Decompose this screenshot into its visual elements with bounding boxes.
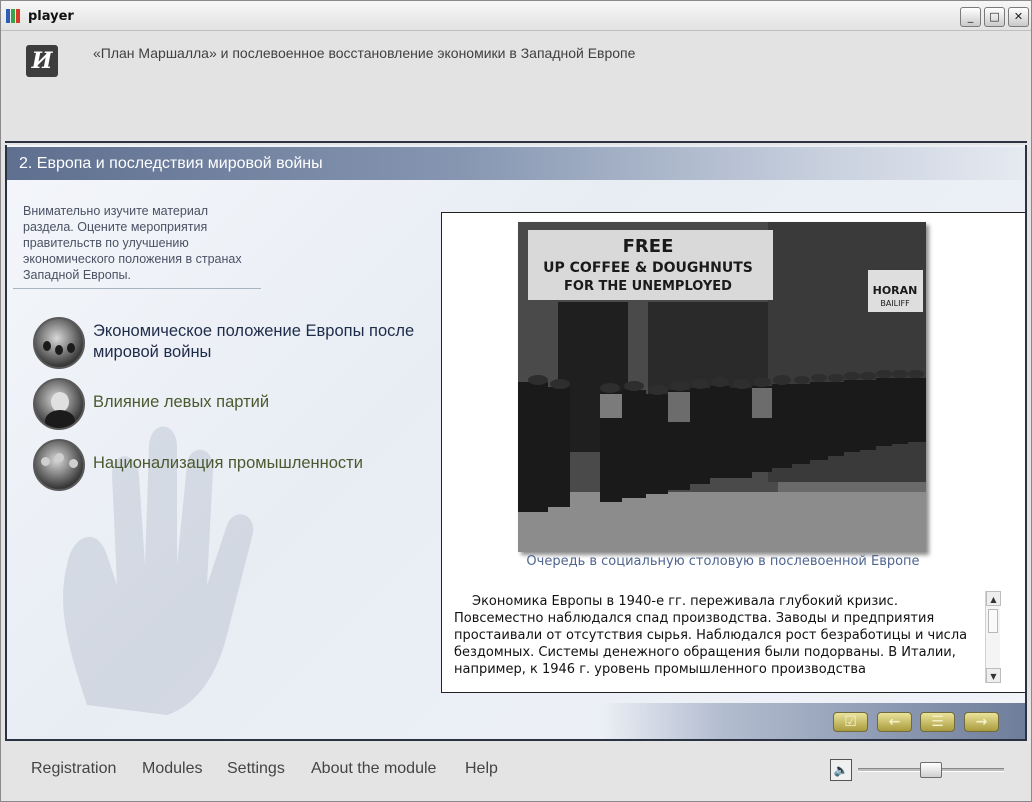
content-panel: FREE UP COFFEE & DOUGHNUTS FOR THE UNEMP…	[441, 212, 1025, 693]
divider	[13, 288, 261, 289]
player-window: player _ □ ✕ И «План Маршалла» и послево…	[0, 0, 1032, 802]
menu-about-module[interactable]: About the module	[311, 760, 436, 778]
menu-help[interactable]: Help	[465, 760, 498, 778]
topic-nationalization[interactable]: Национализация промышленности	[33, 439, 453, 495]
sign-coffee: UP COFFEE & DOUGHNUTS	[543, 260, 753, 276]
section-header: 2. Европа и последствия мировой войны	[7, 147, 1025, 180]
close-button[interactable]: ✕	[1008, 7, 1029, 27]
topic-thumbnail	[33, 317, 85, 369]
topic-label[interactable]: Экономическое положение Европы после мир…	[93, 321, 433, 363]
topic-economic-situation[interactable]: Экономическое положение Европы после мир…	[33, 317, 453, 373]
scroll-up-icon[interactable]: ▲	[986, 591, 1001, 606]
footer-bar: Registration Modules Settings About the …	[5, 743, 1027, 799]
menu-registration[interactable]: Registration	[31, 760, 116, 778]
section-title: 2. Европа и последствия мировой войны	[19, 155, 323, 172]
course-logo: И	[26, 45, 58, 77]
title-bar: player _ □ ✕	[1, 1, 1031, 31]
instructions-text: Внимательно изучите материал раздела. Оц…	[23, 204, 242, 282]
topic-thumbnail	[33, 439, 85, 491]
speaker-icon[interactable]: 🔈	[830, 759, 852, 781]
topic-thumbnail	[33, 378, 85, 430]
breadline-photo: FREE UP COFFEE & DOUGHNUTS FOR THE UNEMP…	[518, 222, 926, 552]
minimize-button[interactable]: _	[960, 7, 981, 27]
scroll-down-icon[interactable]: ▼	[986, 668, 1001, 683]
window-title: player	[28, 9, 74, 24]
scroll-thumb[interactable]	[988, 609, 998, 633]
course-header: И «План Маршалла» и послевоенное восстан…	[5, 31, 1027, 143]
topic-label[interactable]: Влияние левых партий	[93, 392, 269, 413]
menu-modules[interactable]: Modules	[142, 760, 202, 778]
check-button[interactable]: ☑	[833, 712, 868, 732]
contents-button[interactable]: ☰	[920, 712, 955, 732]
next-button[interactable]: →	[964, 712, 999, 732]
course-title: «План Маршалла» и послевоенное восстанов…	[93, 45, 636, 61]
navigation-strip: ☑ ← ☰ →	[7, 703, 1025, 739]
content-area: 2. Европа и последствия мировой войны Вн…	[5, 145, 1027, 741]
side-sign-2: BAILIFF	[880, 299, 910, 308]
text-scrollbar[interactable]: ▲ ▼	[985, 591, 1001, 683]
maximize-button[interactable]: □	[984, 7, 1005, 27]
sign-free: FREE	[623, 236, 674, 257]
body-text: Экономика Европы в 1940-е гг. переживала…	[454, 594, 968, 677]
photo-caption: Очередь в социальную столовую в послевое…	[526, 554, 920, 569]
app-icon	[6, 9, 24, 23]
sign-unemployed: FOR THE UNEMPLOYED	[564, 279, 732, 294]
back-button[interactable]: ←	[877, 712, 912, 732]
volume-slider-thumb[interactable]	[920, 762, 942, 778]
topic-left-parties[interactable]: Влияние левых партий	[33, 378, 453, 434]
topic-label[interactable]: Национализация промышленности	[93, 453, 363, 474]
menu-settings[interactable]: Settings	[227, 760, 285, 778]
side-sign: HORAN	[873, 284, 918, 297]
